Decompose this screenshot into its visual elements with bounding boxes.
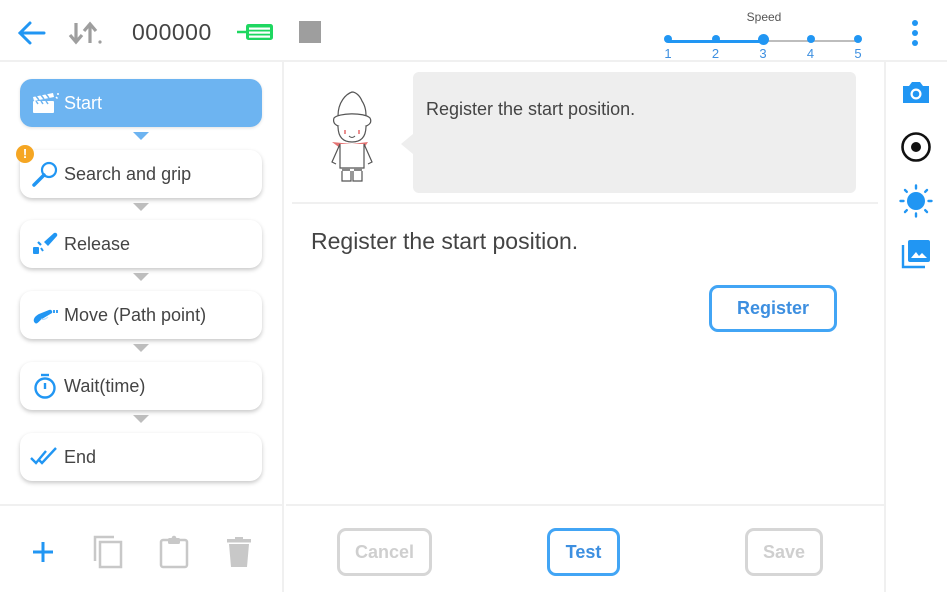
more-options-button[interactable]: [904, 18, 926, 48]
stop-button[interactable]: [298, 20, 322, 44]
step-label: Release: [64, 233, 131, 254]
test-button[interactable]: Test: [547, 528, 620, 576]
arrow-left-icon: [17, 21, 46, 45]
gripper-release-icon: [29, 230, 61, 258]
step-label: Move (Path point): [64, 304, 207, 325]
step-label: Search and grip: [64, 163, 192, 184]
gallery-button[interactable]: [898, 236, 934, 272]
more-vert-icon: [912, 20, 918, 26]
speed-level-4-label: 4: [806, 46, 815, 61]
copy-icon: [93, 535, 123, 569]
register-button[interactable]: Register: [709, 285, 837, 332]
sort-button[interactable]: [68, 18, 104, 48]
step-list-panel: Start Search and grip ! Release Move (Pa…: [0, 62, 284, 504]
step-label: Start: [64, 92, 103, 113]
main-content: Register the start position. Register th…: [286, 62, 884, 504]
flow-arrow: [133, 203, 149, 211]
right-toolbar: [884, 62, 947, 592]
flow-arrow: [133, 273, 149, 281]
record-icon: [901, 132, 931, 162]
step-wait-time[interactable]: Wait(time): [20, 362, 262, 410]
speech-bubble-text: Register the start position.: [426, 99, 636, 119]
gallery-icon: [901, 240, 930, 269]
camera-button[interactable]: [898, 74, 934, 110]
step-search-and-grip[interactable]: Search and grip: [20, 150, 262, 198]
divider: [292, 202, 878, 204]
speed-control: Speed 1 2 3 4 5: [660, 8, 870, 61]
speed-label: Speed: [746, 10, 782, 24]
brightness-icon: [899, 184, 933, 218]
top-bar: 000000 Speed 1 2 3 4 5: [0, 0, 947, 62]
mascot-illustration: [312, 82, 392, 192]
step-label: Wait(time): [64, 375, 146, 396]
trash-icon: [227, 537, 251, 567]
step-release[interactable]: Release: [20, 220, 262, 268]
plus-icon: [33, 542, 53, 562]
speed-level-2-label: 2: [711, 46, 720, 61]
gripper-move-icon: [29, 301, 61, 329]
warning-badge: !: [16, 145, 34, 163]
clapperboard-icon: [29, 89, 61, 117]
step-move-path-point[interactable]: Move (Path point): [20, 291, 262, 339]
app-window: 000000 Speed 1 2 3 4 5 Start Search and grip…: [0, 0, 947, 592]
speed-level-4-dot[interactable]: [806, 35, 815, 43]
delete-step-button[interactable]: [223, 534, 255, 570]
flow-arrow: [133, 415, 149, 423]
record-button[interactable]: [898, 129, 934, 165]
action-bar: Cancel Test Save: [286, 504, 884, 592]
copy-step-button[interactable]: [92, 534, 124, 570]
speed-level-3-dot[interactable]: [757, 33, 769, 45]
speed-level-1-dot[interactable]: [664, 35, 672, 43]
flow-button[interactable]: [236, 22, 276, 42]
speed-level-1-label: 1: [664, 46, 672, 61]
speed-level-5-dot[interactable]: [854, 35, 862, 43]
camera-icon: [903, 82, 929, 103]
add-step-button[interactable]: [27, 534, 59, 570]
double-check-icon: [29, 443, 61, 471]
back-button[interactable]: [14, 18, 48, 48]
stop-square-icon: [299, 21, 321, 43]
flow-arrow: [133, 344, 149, 352]
magnifier-icon: [29, 160, 61, 188]
step-end[interactable]: End: [20, 433, 262, 481]
speech-bubble: Register the start position.: [401, 72, 856, 193]
instruction-text: Register the start position.: [311, 228, 579, 254]
flow-list-icon: [237, 24, 273, 40]
flow-arrow: [133, 132, 149, 140]
speed-level-2-dot[interactable]: [711, 35, 720, 43]
speed-level-5-label: 5: [854, 46, 862, 61]
clipboard-icon: [159, 535, 189, 569]
paste-step-button[interactable]: [158, 534, 190, 570]
counter-display: 000000: [132, 19, 212, 45]
step-label: End: [64, 446, 97, 467]
step-actions-bar: [0, 504, 284, 592]
step-start[interactable]: Start: [20, 79, 262, 127]
sort-arrows-icon: [68, 21, 102, 45]
save-button[interactable]: Save: [745, 528, 823, 576]
brightness-button[interactable]: [898, 183, 934, 219]
stopwatch-icon: [29, 372, 61, 400]
cancel-button[interactable]: Cancel: [337, 528, 432, 576]
speed-level-3-label: 3: [759, 46, 767, 61]
